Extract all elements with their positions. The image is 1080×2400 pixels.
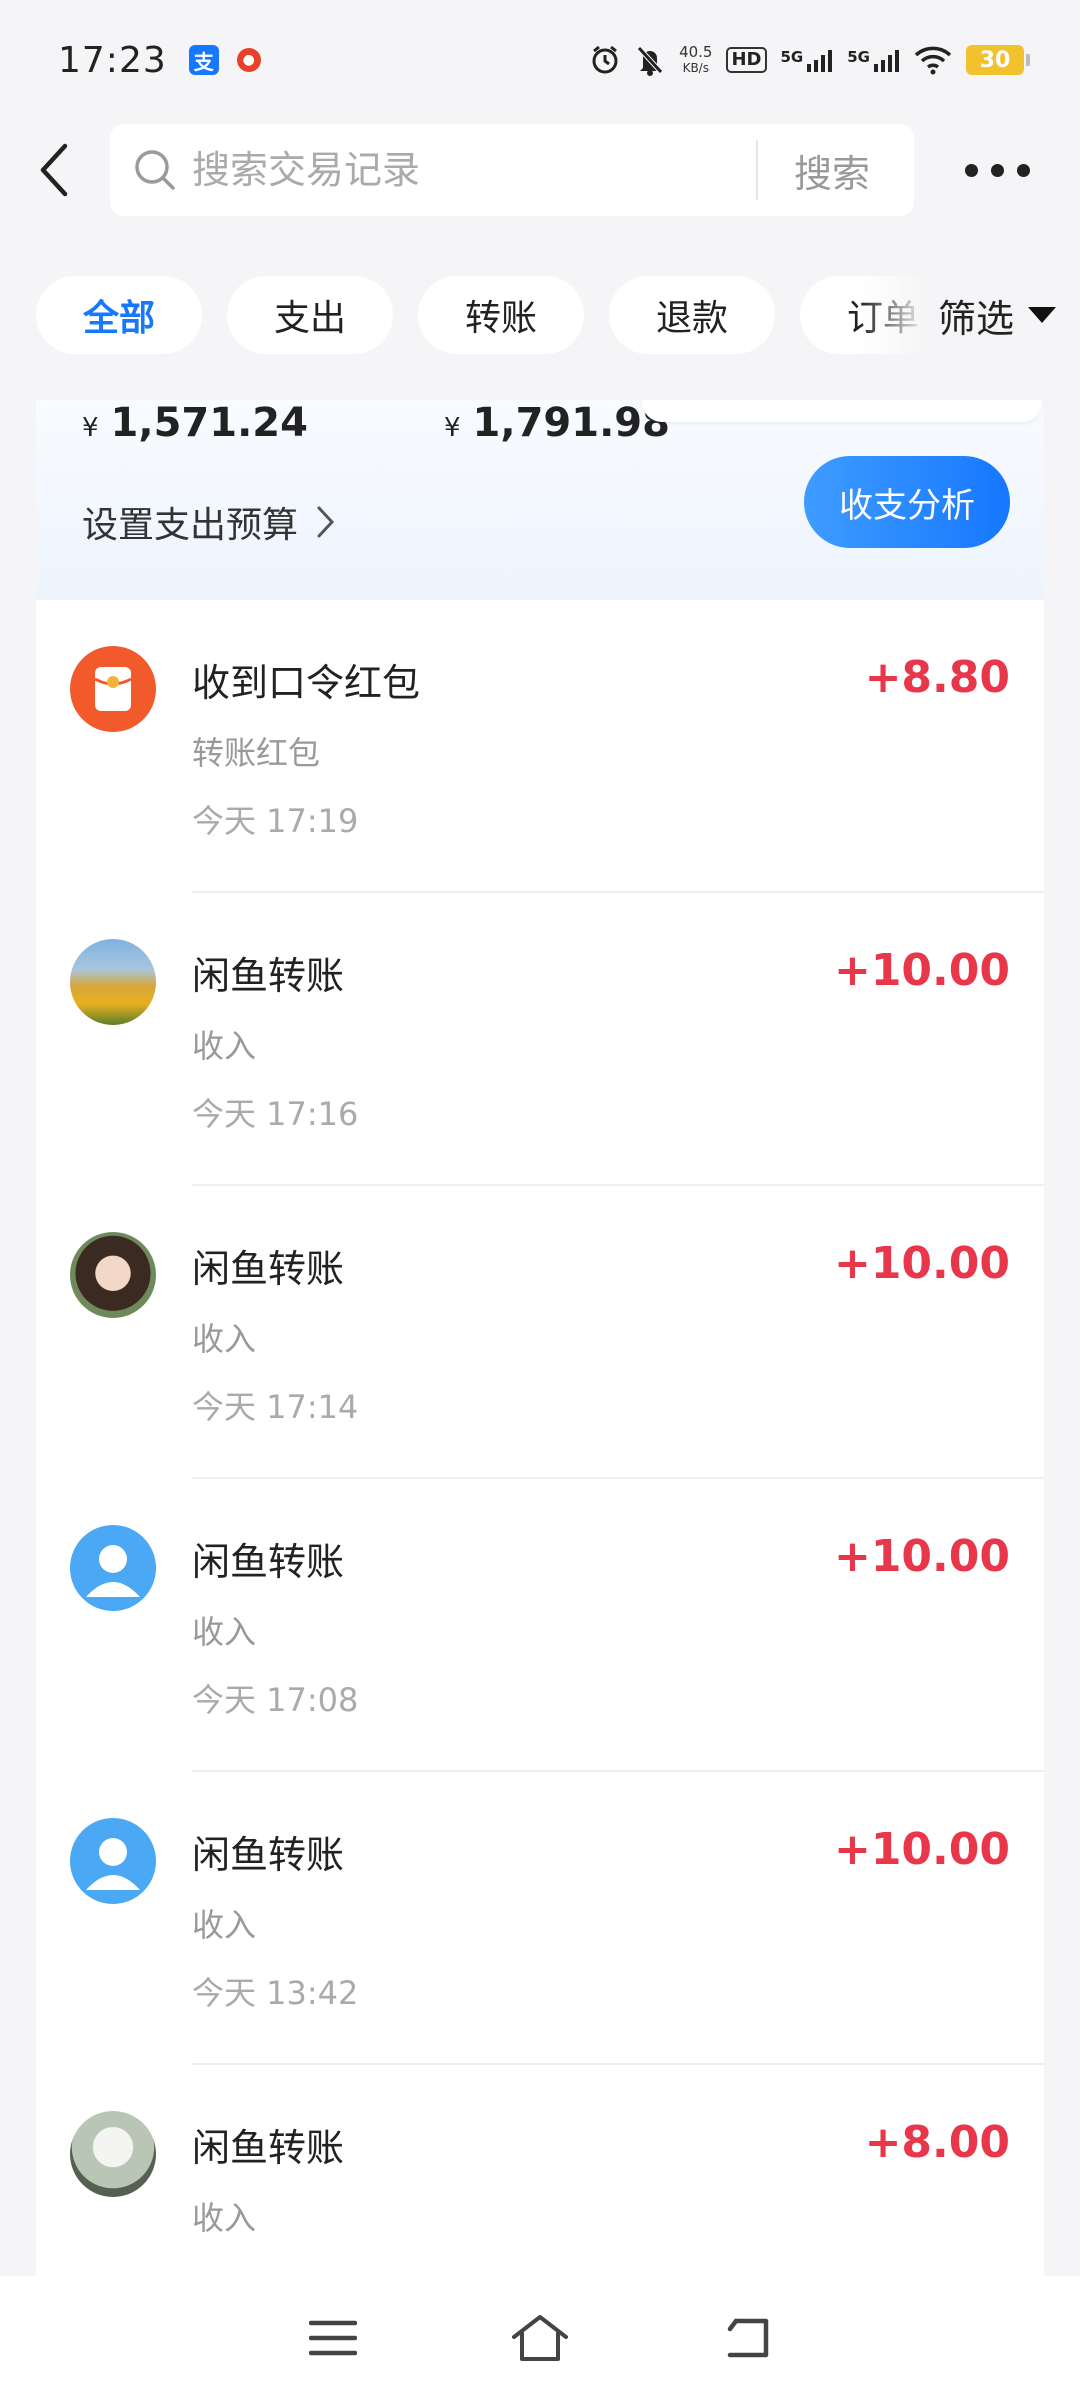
search-header: 搜索 <box>0 120 1080 220</box>
app-notification-icon: ● <box>236 48 261 72</box>
set-budget-link[interactable]: 设置支出预算 <box>82 496 336 548</box>
summary-card: ¥1,571.24 ¥1,791.98 设置支出预算 收支分析 <box>36 400 1044 600</box>
transaction-type: 收入 <box>192 1320 257 1358</box>
caret-down-icon <box>1028 307 1056 323</box>
default-person-avatar <box>70 1525 156 1611</box>
mute-bell-icon <box>637 46 663 76</box>
transaction-type: 转账红包 <box>192 734 321 772</box>
return-icon <box>727 2318 768 2358</box>
set-budget-label: 设置支出预算 <box>82 505 299 546</box>
home-icon <box>511 2315 568 2361</box>
search-input[interactable] <box>192 148 732 192</box>
default-person-avatar <box>70 1818 156 1904</box>
battery-indicator: 30 <box>966 45 1030 75</box>
transaction-row[interactable]: 闲鱼转账 收入 今天 17:16 +10.00 <box>36 893 1044 1186</box>
signal-1: 5G <box>781 48 834 72</box>
transaction-title: 闲鱼转账 <box>192 1247 345 1291</box>
status-time: 17:23 <box>58 39 167 81</box>
transaction-title: 闲鱼转账 <box>192 2126 345 2170</box>
tab-transfer[interactable]: 转账 <box>418 276 584 354</box>
signal-2-label: 5G <box>847 48 870 66</box>
search-icon <box>135 150 175 190</box>
transaction-time: 今天 17:16 <box>192 1095 359 1133</box>
tab-all[interactable]: 全部 <box>36 276 202 354</box>
transaction-amount: +8.80 <box>864 652 1010 703</box>
income-amount: 1,791.98 <box>472 400 670 446</box>
girl-photo-avatar <box>70 1232 156 1318</box>
transaction-amount: +10.00 <box>833 945 1010 996</box>
chevron-right-icon <box>317 506 335 538</box>
transaction-title: 闲鱼转账 <box>192 1540 345 1584</box>
more-options-button[interactable] <box>914 120 1080 220</box>
back-button[interactable] <box>0 120 110 220</box>
alipay-notification-icon: 支 <box>188 45 219 75</box>
transaction-title: 收到口令红包 <box>192 661 421 705</box>
alarm-icon <box>592 45 618 74</box>
transaction-type: 收入 <box>192 1906 257 1944</box>
net-speed-unit: KB/s <box>682 61 709 75</box>
transaction-list: 收到口令红包 转账红包 今天 17:19 +8.80 闲鱼转账 收入 今天 17… <box>36 600 1044 2276</box>
transaction-row[interactable]: 闲鱼转账 收入 今天 13:42 +10.00 <box>36 1772 1044 2065</box>
cloud-photo-avatar <box>70 2111 156 2197</box>
menu-icon <box>309 2320 358 2356</box>
person-icon <box>86 1838 140 1890</box>
income-total: ¥1,791.98 <box>444 400 670 446</box>
transaction-row[interactable]: 闲鱼转账 收入 +8.00 <box>36 2065 1044 2276</box>
person-icon <box>86 1545 140 1597</box>
filter-button[interactable]: 筛选 <box>860 270 1080 360</box>
transaction-row[interactable]: 闲鱼转账 收入 今天 17:08 +10.00 <box>36 1479 1044 1772</box>
hd-indicator: HD <box>726 47 767 73</box>
signal-bars-icon <box>807 50 833 72</box>
more-dot <box>1016 163 1030 177</box>
signal-1-label: 5G <box>780 48 804 66</box>
more-dot <box>990 163 1004 177</box>
transaction-type: 收入 <box>192 1613 257 1651</box>
status-indicators: 40.5 KB/s HD 5G 5G 30 <box>589 44 1030 76</box>
system-navigation-bar <box>0 2276 1080 2400</box>
transaction-title: 闲鱼转账 <box>192 1833 345 1877</box>
tab-refund[interactable]: 退款 <box>609 276 775 354</box>
transaction-amount: +10.00 <box>833 1824 1010 1875</box>
net-speed-value: 40.5 <box>679 43 713 61</box>
expense-amount: 1,571.24 <box>110 400 308 446</box>
signal-2: 5G <box>847 48 900 72</box>
back-arrow-icon <box>40 143 68 197</box>
currency-symbol: ¥ <box>82 413 99 443</box>
search-box[interactable]: 搜索 <box>110 124 914 216</box>
transaction-type: 收入 <box>192 1027 257 1065</box>
transaction-time: 今天 13:42 <box>192 1974 359 2012</box>
transaction-title: 闲鱼转账 <box>192 954 345 998</box>
transaction-row[interactable]: 闲鱼转账 收入 今天 17:14 +10.00 <box>36 1186 1044 1479</box>
menu-nav-button[interactable] <box>293 2298 373 2378</box>
summary-tooltip <box>642 400 1042 422</box>
red-packet-avatar <box>70 646 156 732</box>
transaction-time: 今天 17:08 <box>192 1681 359 1719</box>
expense-total: ¥1,571.24 <box>82 400 308 446</box>
transaction-amount: +8.00 <box>864 2117 1010 2168</box>
currency-symbol: ¥ <box>444 413 461 443</box>
transaction-time: 今天 17:19 <box>192 802 359 840</box>
filter-label: 筛选 <box>937 296 1014 341</box>
transaction-amount: +10.00 <box>833 1531 1010 1582</box>
transaction-amount: +10.00 <box>833 1238 1010 1289</box>
status-bar: 17:23 支 ● 40.5 KB/s HD 5G 5G 30 <box>0 0 1080 120</box>
flowers-photo-avatar <box>70 939 156 1025</box>
transaction-row[interactable]: 收到口令红包 转账红包 今天 17:19 +8.80 <box>36 600 1044 893</box>
transaction-type: 收入 <box>192 2199 257 2237</box>
wifi-icon <box>914 46 952 75</box>
back-nav-button[interactable] <box>707 2298 787 2378</box>
more-dot <box>964 163 978 177</box>
tab-expense[interactable]: 支出 <box>227 276 393 354</box>
home-nav-button[interactable] <box>500 2298 580 2378</box>
income-expense-analysis-button[interactable]: 收支分析 <box>804 456 1010 548</box>
search-divider <box>756 140 758 200</box>
search-button[interactable]: 搜索 <box>794 143 870 198</box>
net-speed: 40.5 KB/s <box>679 44 712 76</box>
red-packet-icon <box>94 667 132 711</box>
signal-bars-icon <box>874 50 899 72</box>
transaction-time: 今天 17:14 <box>192 1388 359 1426</box>
